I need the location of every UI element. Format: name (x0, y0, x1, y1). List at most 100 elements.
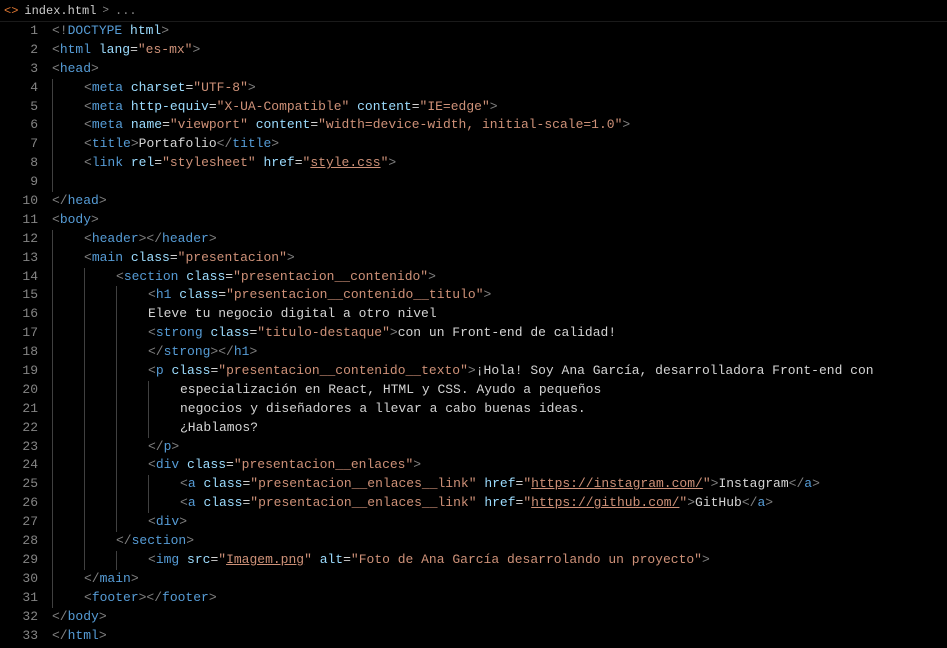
code-token: ></ (210, 344, 233, 359)
code-token: > (209, 231, 217, 246)
code-line[interactable]: <main class="presentacion"> (52, 249, 947, 268)
indent-guide (116, 343, 117, 362)
indent-guide (84, 475, 85, 494)
code-token: p (156, 363, 164, 378)
code-line[interactable]: negocios y diseñadores a llevar a cabo b… (52, 400, 947, 419)
code-token: href (484, 495, 515, 510)
breadcrumb-separator: > (102, 2, 109, 20)
code-line[interactable]: <footer></footer> (52, 589, 947, 608)
code-line[interactable]: <a class="presentacion__enlaces__link" h… (52, 475, 947, 494)
code-line[interactable]: <section class="presentacion__contenido"… (52, 268, 947, 287)
code-line[interactable]: <meta charset="UTF-8"> (52, 79, 947, 98)
code-line[interactable] (52, 173, 947, 192)
code-line[interactable]: Eleve tu negocio digital a otro nivel (52, 305, 947, 324)
code-token: < (84, 155, 92, 170)
line-number: 8 (0, 154, 38, 173)
code-token: main (100, 571, 131, 586)
code-token: > (171, 439, 179, 454)
code-line[interactable]: <header></header> (52, 230, 947, 249)
code-line[interactable]: <h1 class="presentacion__contenido__titu… (52, 286, 947, 305)
code-line[interactable]: <title>Portafolio</title> (52, 135, 947, 154)
code-token: < (84, 99, 92, 114)
indent-guide (84, 494, 85, 513)
code-line[interactable]: <html lang="es-mx"> (52, 41, 947, 60)
code-token: > (765, 495, 773, 510)
code-line[interactable]: </head> (52, 192, 947, 211)
line-number: 23 (0, 438, 38, 457)
indent-guide (52, 154, 53, 173)
code-token (91, 42, 99, 57)
code-token: </ (116, 533, 132, 548)
line-number-gutter: 1234567891011121314151617181920212223242… (0, 22, 52, 648)
code-line[interactable]: <link rel="stylesheet" href="style.css"> (52, 154, 947, 173)
code-token: " (218, 552, 226, 567)
code-token: > (131, 136, 139, 151)
code-token (122, 23, 130, 38)
line-number: 18 (0, 343, 38, 362)
code-token: ¿Hablamos? (180, 420, 258, 435)
code-token: = (162, 117, 170, 132)
code-line[interactable]: <strong class="titulo-destaque">con un F… (52, 324, 947, 343)
breadcrumb-filename[interactable]: index.html (24, 2, 96, 20)
indent-guide (148, 400, 149, 419)
code-line[interactable]: </p> (52, 438, 947, 457)
code-token: "IE=edge" (420, 99, 490, 114)
code-token: < (52, 212, 60, 227)
indent-guide (52, 494, 53, 513)
breadcrumb-trail[interactable]: ... (115, 2, 137, 20)
code-token: > (131, 571, 139, 586)
code-token: </ (148, 439, 164, 454)
code-line[interactable]: <head> (52, 60, 947, 79)
line-number: 13 (0, 249, 38, 268)
code-token: DOCTYPE (68, 23, 123, 38)
code-token: " (523, 495, 531, 510)
code-token: "Foto de Ana García desarrolando un proy… (351, 552, 702, 567)
code-token: rel (131, 155, 154, 170)
code-line[interactable]: </body> (52, 608, 947, 627)
code-token: "presentacion__contenido" (233, 269, 428, 284)
code-token: < (180, 476, 188, 491)
indent-guide (84, 305, 85, 324)
indent-guide (52, 400, 53, 419)
code-content[interactable]: <!DOCTYPE html><html lang="es-mx"><head>… (52, 22, 947, 648)
code-token: < (180, 495, 188, 510)
code-line[interactable]: especialización en React, HTML y CSS. Ay… (52, 381, 947, 400)
line-number: 30 (0, 570, 38, 589)
code-line[interactable]: <div class="presentacion__enlaces"> (52, 456, 947, 475)
code-editor[interactable]: 1234567891011121314151617181920212223242… (0, 22, 947, 648)
indent-guide (148, 419, 149, 438)
line-number: 26 (0, 494, 38, 513)
code-line[interactable]: <a class="presentacion__enlaces__link" h… (52, 494, 947, 513)
code-token: > (209, 590, 217, 605)
code-token (123, 99, 131, 114)
code-token: < (148, 552, 156, 567)
code-token: = (343, 552, 351, 567)
code-token: "X-UA-Compatible" (217, 99, 350, 114)
indent-guide (116, 324, 117, 343)
code-token: div (156, 457, 179, 472)
code-line[interactable]: <body> (52, 211, 947, 230)
code-line[interactable]: <img src="Imagem.png" alt="Foto de Ana G… (52, 551, 947, 570)
code-token: head (68, 193, 99, 208)
code-line[interactable]: ¿Hablamos? (52, 419, 947, 438)
indent-guide (84, 456, 85, 475)
line-number: 1 (0, 22, 38, 41)
indent-guide (84, 381, 85, 400)
line-number: 7 (0, 135, 38, 154)
code-line[interactable]: <meta http-equiv="X-UA-Compatible" conte… (52, 98, 947, 117)
line-number: 33 (0, 627, 38, 646)
code-token: "UTF-8" (193, 80, 248, 95)
code-line[interactable]: </section> (52, 532, 947, 551)
code-token: img (156, 552, 179, 567)
code-line[interactable]: </strong></h1> (52, 343, 947, 362)
code-token (123, 250, 131, 265)
code-line[interactable]: <!DOCTYPE html> (52, 22, 947, 41)
code-token: </ (789, 476, 805, 491)
code-token: header (92, 231, 139, 246)
code-line[interactable]: </html> (52, 627, 947, 646)
code-token: con un Front-end de calidad! (398, 325, 616, 340)
code-line[interactable]: </main> (52, 570, 947, 589)
code-line[interactable]: <meta name="viewport" content="width=dev… (52, 116, 947, 135)
code-line[interactable]: <div> (52, 513, 947, 532)
code-line[interactable]: <p class="presentacion__contenido__texto… (52, 362, 947, 381)
